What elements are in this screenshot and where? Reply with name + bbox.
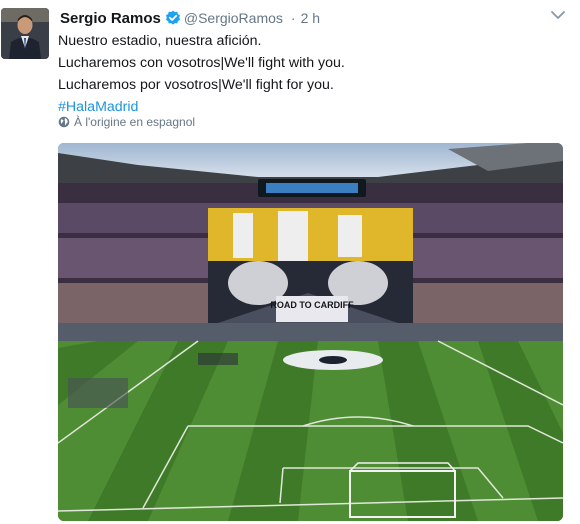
- verified-badge-icon: [165, 10, 181, 26]
- tweet-photo[interactable]: ROAD TO CARDIFF: [58, 143, 563, 521]
- translate-link[interactable]: À l'origine en espagnol: [58, 115, 195, 129]
- meta-separator: ·: [290, 10, 296, 26]
- author-name[interactable]: Sergio Ramos: [60, 10, 161, 27]
- globe-icon: [58, 116, 70, 128]
- author-handle[interactable]: @SergioRamos: [184, 10, 283, 26]
- avatar[interactable]: [1, 8, 49, 59]
- translation-note: À l'origine en espagnol: [74, 115, 196, 129]
- chevron-down-icon[interactable]: [550, 8, 566, 22]
- tweet-line: Lucharemos por vosotros|We'll fight for …: [58, 77, 334, 93]
- tweet-card: Sergio Ramos @SergioRamos · 2 h Nuestro …: [0, 0, 580, 524]
- banner-title: ROAD TO CARDIFF: [270, 300, 354, 310]
- tweet-line: Nuestro estadio, nuestra afición.: [58, 33, 262, 49]
- tweet-line: Lucharemos con vosotros|We'll fight with…: [58, 55, 345, 71]
- tweet-text: Nuestro estadio, nuestra afición. Luchar…: [58, 30, 568, 118]
- timestamp[interactable]: 2 h: [301, 10, 320, 26]
- tweet-header: Sergio Ramos @SergioRamos · 2 h: [60, 8, 320, 28]
- hashtag-link[interactable]: #HalaMadrid: [58, 99, 138, 115]
